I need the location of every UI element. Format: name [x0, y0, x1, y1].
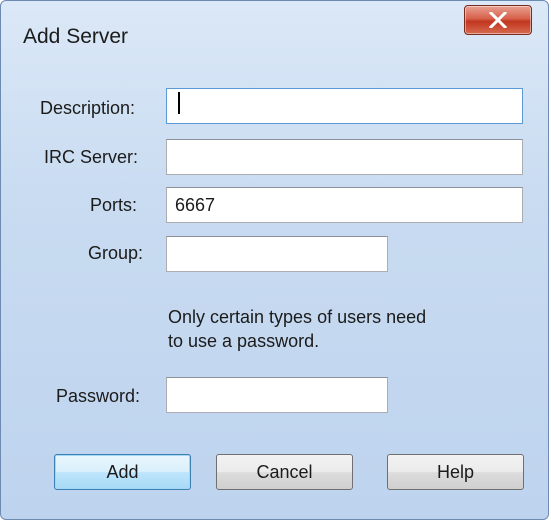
add-button[interactable]: Add	[54, 454, 191, 490]
text-caret	[178, 92, 180, 114]
password-info-line-2: to use a password.	[168, 331, 320, 351]
ports-label: Ports:	[90, 195, 138, 215]
close-button[interactable]	[464, 5, 532, 35]
description-input[interactable]	[166, 88, 523, 124]
irc-server-label: IRC Server:	[44, 147, 139, 167]
password-info-line-1: Only certain types of users need	[168, 307, 427, 327]
irc-server-input[interactable]	[166, 139, 523, 175]
dialog-title: Add Server	[23, 25, 129, 48]
password-input[interactable]	[166, 377, 388, 413]
description-label: Description:	[40, 98, 136, 118]
password-label: Password:	[56, 386, 141, 406]
ports-input[interactable]	[166, 187, 523, 223]
group-label: Group:	[88, 243, 144, 263]
password-info-text: Only certain types of users need to use …	[168, 305, 426, 353]
help-button[interactable]: Help	[387, 454, 524, 490]
close-icon	[489, 12, 507, 28]
title-bar[interactable]: Add Server	[1, 1, 548, 69]
group-input[interactable]	[166, 236, 388, 272]
cancel-button[interactable]: Cancel	[216, 454, 353, 490]
